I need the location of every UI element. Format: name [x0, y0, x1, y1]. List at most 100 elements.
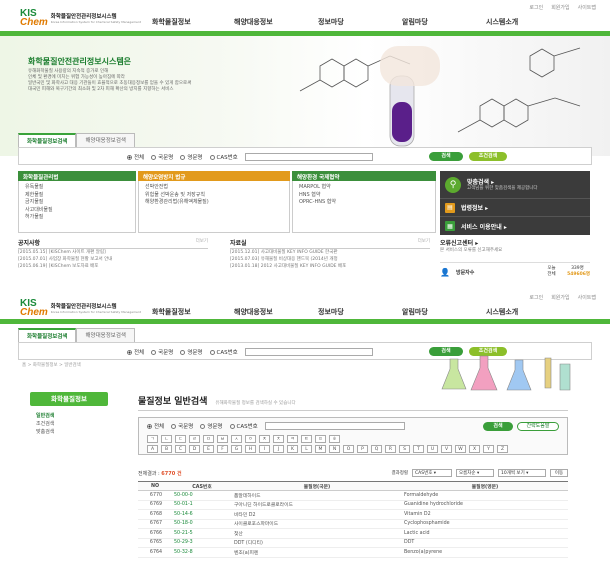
panel-item[interactable]: OPRC-HNS 협약 — [299, 199, 429, 207]
notice-title[interactable]: 공지사항 — [18, 238, 40, 247]
initial-filter-ko-9[interactable]: ㅊ — [273, 435, 284, 443]
initial-filter-en-22[interactable]: W — [455, 445, 466, 453]
initial-filter-en-21[interactable]: V — [441, 445, 452, 453]
cell-cas[interactable]: 50-14-6 — [172, 509, 232, 520]
panel-item[interactable]: MARPOL 협약 — [299, 184, 429, 192]
nav-notice[interactable]: 알림마당 — [402, 17, 486, 27]
join-link[interactable]: 회원가입 — [551, 4, 569, 11]
initial-filter-ko-11[interactable]: ㅌ — [301, 435, 312, 443]
initial-filter-ko-6[interactable]: ㅅ — [231, 435, 242, 443]
nav-info-square[interactable]: 정보마당 — [318, 307, 402, 317]
initial-filter-en-9[interactable]: J — [273, 445, 284, 453]
initial-filter-en-2[interactable]: C — [175, 445, 186, 453]
initial-filter-ko-12[interactable]: ㅍ — [315, 435, 326, 443]
search-button[interactable]: 검색 — [429, 152, 463, 161]
law-info-link[interactable]: ▤ 법령정보 ▸ — [440, 199, 590, 217]
table-row[interactable]: 6766 50-21-5 젖산 Lactic acid — [138, 528, 568, 539]
radio-korean[interactable]: 국문명 — [171, 422, 193, 430]
error-report[interactable]: 오류신고센터 ▸ 본 서비스의 오류를 신고해주세요 — [440, 238, 590, 254]
initial-filter-ko-7[interactable]: ㅇ — [245, 435, 256, 443]
tab-marine-search[interactable]: 해양대응정보검색 — [76, 133, 135, 147]
initial-filter-ko-5[interactable]: ㅂ — [217, 435, 228, 443]
initial-filter-ko-4[interactable]: ㅁ — [203, 435, 214, 443]
data-item[interactable]: [2013.01.18] 2012 사고대비물질 KEY INFO GUIDE … — [230, 263, 430, 270]
panel-title[interactable]: 화학물질관리법 — [18, 171, 136, 181]
table-row[interactable]: 6770 50-00-0 폼알데하이드 Formaldehyde — [138, 490, 568, 501]
initial-filter-en-1[interactable]: B — [161, 445, 172, 453]
initial-filter-en-4[interactable]: E — [203, 445, 214, 453]
initial-filter-ko-10[interactable]: ㅋ — [287, 435, 298, 443]
initial-filter-en-11[interactable]: L — [301, 445, 312, 453]
panel-item[interactable]: 사고대비물질 — [25, 207, 129, 215]
cell-name-kor[interactable]: 구아니딘 하이드로클로라이드 — [232, 500, 402, 510]
initial-filter-en-15[interactable]: P — [357, 445, 368, 453]
radio-cas[interactable]: CAS번호 — [209, 153, 238, 161]
notice-item[interactable]: [2015.06.19] [KISChem 보도자료 배포 — [18, 263, 208, 270]
panel-item[interactable]: 선박안전법 — [145, 184, 283, 192]
sitemap-link[interactable]: 사이트맵 — [578, 294, 596, 301]
cell-cas[interactable]: 50-01-1 — [172, 500, 232, 510]
table-row[interactable]: 6764 50-32-8 벤조(a)피렌 Benzo(a)pyrene — [138, 547, 568, 558]
initial-filter-en-5[interactable]: F — [217, 445, 228, 453]
panel-item[interactable]: 제한물질 — [25, 192, 129, 200]
tab-marine-search[interactable]: 해양대응정보검색 — [76, 328, 135, 342]
search-button[interactable]: 검색 — [483, 422, 513, 431]
login-link[interactable]: 로그인 — [529, 294, 543, 301]
cell-cas[interactable]: 50-00-0 — [172, 490, 232, 501]
notice-item[interactable]: [2015.07.01] 사업장 화학물질 현황 보고서 안내 — [18, 256, 208, 263]
radio-korean[interactable]: 국문명 — [151, 153, 173, 161]
logo[interactable]: KIS Chem 화학물질안전관리정보시스템 Korea Information… — [20, 299, 141, 318]
initial-filter-ko-3[interactable]: ㄹ — [189, 435, 200, 443]
nav-notice[interactable]: 알림마당 — [402, 307, 486, 317]
initial-filter-en-3[interactable]: D — [189, 445, 200, 453]
go-button[interactable]: 이동 — [550, 469, 568, 477]
initial-filter-ko-1[interactable]: ㄴ — [161, 435, 172, 443]
tab-chemical-search[interactable]: 화학물질정보검색 — [18, 133, 77, 147]
radio-cas[interactable]: CAS번호 — [229, 422, 258, 430]
cell-name-kor[interactable]: 비타민 D2 — [232, 509, 402, 520]
cell-cas[interactable]: 50-32-8 — [172, 547, 232, 558]
initial-filter-ko-13[interactable]: ㅎ — [329, 435, 340, 443]
panel-title[interactable]: 해양환경 국제협약 — [292, 171, 436, 181]
initial-filter-en-0[interactable]: A — [147, 445, 158, 453]
side-nav-condition-search[interactable]: 조건검색 — [30, 420, 108, 428]
login-link[interactable]: 로그인 — [529, 4, 543, 11]
search-input[interactable] — [264, 422, 405, 430]
cell-name-kor[interactable]: 폼알데하이드 — [232, 490, 402, 501]
initial-filter-en-14[interactable]: O — [343, 445, 354, 453]
data-item[interactable]: [2015.07.03] 유해물질 비상대응 핸드북 (2014년 개정 — [230, 256, 430, 263]
table-row[interactable]: 6765 50-29-3 DDT (디디티) DDT — [138, 538, 568, 548]
logo[interactable]: KIS Chem 화학물질안전관리정보시스템 Korea Information… — [20, 9, 141, 28]
initial-filter-en-8[interactable]: I — [259, 445, 270, 453]
sort-order-select[interactable]: 오름차순 ▾ — [456, 469, 494, 477]
radio-cas[interactable]: CAS번호 — [209, 348, 238, 356]
initial-filter-en-19[interactable]: T — [413, 445, 424, 453]
nav-marine-info[interactable]: 해양대응정보 — [234, 307, 318, 317]
search-input[interactable] — [244, 153, 373, 161]
data-title[interactable]: 자료실 — [230, 238, 247, 247]
custom-search-link[interactable]: ⚲ 맞춤검색 ▸ 고객님을 위한 맞춤검색을 제공합니다 — [440, 171, 590, 199]
notice-item[interactable]: [2015.05.15] [KISChem 사이트 개편 알림] — [18, 249, 208, 256]
cell-name-kor[interactable]: 벤조(a)피렌 — [232, 547, 402, 558]
search-input[interactable] — [244, 348, 373, 356]
panel-item[interactable]: 금지물질 — [25, 199, 129, 207]
cell-name-kor[interactable]: 젖산 — [232, 528, 402, 539]
initial-filter-ko-2[interactable]: ㄷ — [175, 435, 186, 443]
nav-chemical-info[interactable]: 화학물질정보 — [152, 307, 234, 317]
data-more-link[interactable]: 더보기 — [418, 238, 430, 247]
initial-filter-en-6[interactable]: G — [231, 445, 242, 453]
cell-cas[interactable]: 50-21-5 — [172, 528, 232, 539]
notice-more-link[interactable]: 더보기 — [196, 238, 208, 247]
initial-filter-en-12[interactable]: M — [315, 445, 326, 453]
tab-chemical-search[interactable]: 화학물질정보검색 — [18, 328, 77, 342]
panel-item[interactable]: 유독물질 — [25, 184, 129, 192]
help-button[interactable]: 간략도움말 — [517, 422, 559, 431]
side-nav-custom-search[interactable]: 맞춤검색 — [30, 428, 108, 436]
panel-item[interactable]: HNS 협약 — [299, 192, 429, 200]
radio-english[interactable]: 영문명 — [180, 153, 203, 161]
table-row[interactable]: 6767 50-18-0 사이클로포스파마이드 Cyclophosphamide — [138, 519, 568, 529]
cell-cas[interactable]: 50-18-0 — [172, 519, 232, 529]
side-nav-general-search[interactable]: 일반검색 — [30, 412, 108, 420]
sitemap-link[interactable]: 사이트맵 — [578, 4, 596, 11]
data-item[interactable]: [2015.12.01] 사고대비물질 KEY INFO GUIDE 한국판 — [230, 249, 430, 256]
